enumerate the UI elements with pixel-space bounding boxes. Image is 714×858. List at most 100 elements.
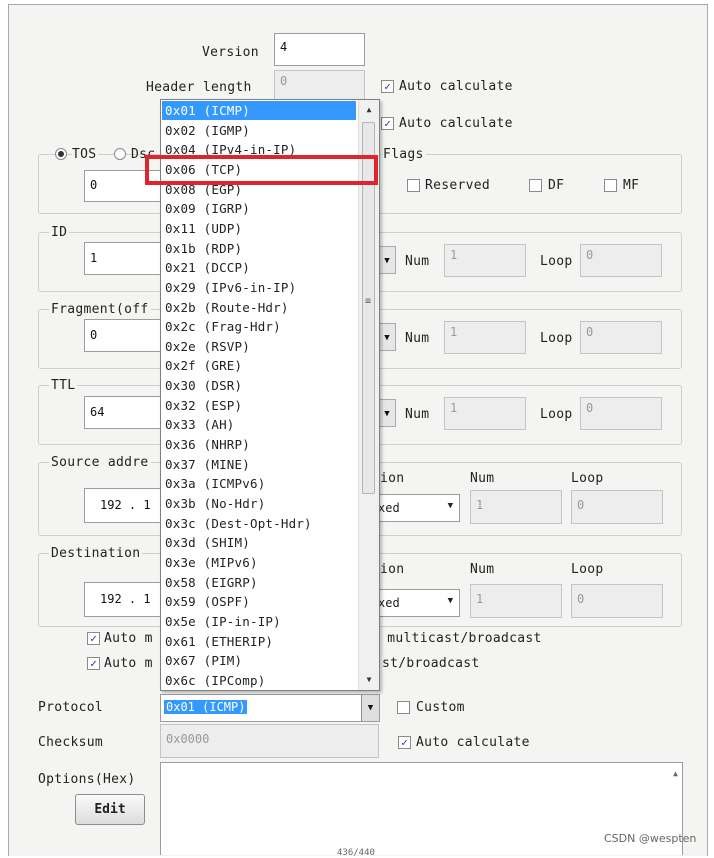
scroll-up-icon[interactable]: ▲ bbox=[359, 102, 379, 118]
source-ip-input[interactable]: 192 . 1 bbox=[84, 488, 164, 523]
reserved-label: Reserved bbox=[425, 178, 491, 193]
protocol-label: Protocol bbox=[38, 700, 104, 715]
watermark: CSDN @wespten bbox=[604, 832, 697, 845]
total-length-auto-checkbox[interactable]: ✓ bbox=[381, 117, 394, 130]
chevron-down-icon[interactable]: ▼ bbox=[361, 695, 379, 721]
fragment-num-input[interactable]: 1 bbox=[444, 321, 526, 354]
protocol-option[interactable]: 0x3b (No-Hdr) bbox=[162, 494, 356, 513]
auto-multicast-dest-checkbox[interactable]: ✓ bbox=[87, 657, 100, 670]
protocol-option[interactable]: 0x21 (DCCP) bbox=[162, 258, 356, 277]
edit-button[interactable]: Edit bbox=[75, 794, 145, 825]
ttl-num-input[interactable]: 1 bbox=[444, 397, 526, 430]
scroll-up-icon[interactable]: ▲ bbox=[673, 769, 678, 778]
ttl-loop-input[interactable]: 0 bbox=[580, 397, 662, 430]
df-checkbox[interactable] bbox=[529, 179, 542, 192]
reserved-checkbox[interactable] bbox=[407, 179, 420, 192]
destination-mode-value: xed bbox=[378, 596, 400, 610]
dscp-radio[interactable] bbox=[114, 148, 126, 160]
source-loop-input[interactable]: 0 bbox=[571, 490, 663, 524]
id-title: ID bbox=[49, 225, 70, 240]
protocol-option[interactable]: 0x36 (NHRP) bbox=[162, 435, 356, 454]
protocol-option[interactable]: 0x59 (OSPF) bbox=[162, 592, 356, 611]
ttl-step-dropdown[interactable]: ▼ bbox=[378, 399, 396, 427]
protocol-option[interactable]: 0x2b (Route-Hdr) bbox=[162, 298, 356, 317]
protocol-combo[interactable]: 0x01 (ICMP) ▼ bbox=[160, 694, 380, 722]
source-mode-col-label: ion bbox=[380, 471, 405, 486]
protocol-option[interactable]: 0x3d (SHIM) bbox=[162, 533, 356, 552]
destination-ip-input[interactable]: 192 . 1 bbox=[84, 582, 164, 617]
header-length-input[interactable]: 0 bbox=[274, 70, 365, 100]
id-loop-input[interactable]: 0 bbox=[580, 244, 662, 277]
options-label: Options(Hex) bbox=[38, 772, 136, 787]
header-length-auto-label: Auto calculate bbox=[399, 79, 513, 94]
source-num-input[interactable]: 1 bbox=[470, 490, 562, 524]
destination-loop-col-label: Loop bbox=[571, 562, 604, 577]
scroll-down-icon[interactable]: ▼ bbox=[359, 672, 379, 688]
ttl-input[interactable]: 64 bbox=[84, 396, 164, 429]
version-input[interactable]: 4 bbox=[274, 33, 365, 66]
destination-loop-input[interactable]: 0 bbox=[571, 584, 663, 618]
protocol-custom-label: Custom bbox=[416, 700, 465, 715]
protocol-option[interactable]: 0x37 (MINE) bbox=[162, 455, 356, 474]
fragment-input[interactable]: 0 bbox=[84, 319, 164, 352]
fragment-step-dropdown[interactable]: ▼ bbox=[378, 323, 396, 351]
ttl-title: TTL bbox=[49, 378, 78, 393]
protocol-option[interactable]: 0x5e (IP-in-IP) bbox=[162, 612, 356, 631]
destination-title: Destination bbox=[49, 546, 143, 561]
flags-title: Flags bbox=[381, 147, 426, 162]
df-label: DF bbox=[548, 178, 565, 193]
protocol-custom-checkbox[interactable] bbox=[397, 701, 410, 714]
id-num-input[interactable]: 1 bbox=[444, 244, 526, 277]
protocol-option[interactable]: 0x58 (EIGRP) bbox=[162, 573, 356, 592]
destination-mode-col-label: ion bbox=[380, 562, 405, 577]
fragment-loop-label: Loop bbox=[540, 331, 573, 346]
fragment-loop-input[interactable]: 0 bbox=[580, 321, 662, 354]
checksum-label: Checksum bbox=[38, 735, 104, 750]
protocol-option[interactable]: 0x32 (ESP) bbox=[162, 396, 356, 415]
protocol-option[interactable]: 0x09 (IGRP) bbox=[162, 199, 356, 218]
protocol-dropdown-list[interactable]: 0x01 (ICMP) 0x02 (IGMP) 0x04 (IPv4-in-IP) 0… bbox=[160, 99, 380, 691]
destination-num-input[interactable]: 1 bbox=[470, 584, 562, 618]
source-mode-combo[interactable]: xed ▼ bbox=[378, 494, 460, 522]
protocol-option[interactable]: 0x33 (AH) bbox=[162, 415, 356, 434]
protocol-option[interactable]: 0x02 (IGMP) bbox=[162, 121, 356, 140]
protocol-option[interactable]: 0x67 (PIM) bbox=[162, 651, 356, 670]
id-loop-label: Loop bbox=[540, 254, 573, 269]
destination-num-col-label: Num bbox=[470, 562, 495, 577]
dropdown-scrollbar[interactable]: ▲ ≡ ▼ bbox=[358, 100, 379, 690]
protocol-option[interactable]: 0x3a (ICMPv6) bbox=[162, 474, 356, 493]
protocol-option[interactable]: 0x61 (ETHERIP) bbox=[162, 632, 356, 651]
total-length-auto-label: Auto calculate bbox=[399, 116, 513, 131]
protocol-option[interactable]: 0x3c (Dest-Opt-Hdr) bbox=[162, 514, 356, 533]
mf-label: MF bbox=[623, 178, 640, 193]
tcp-highlight-box bbox=[145, 155, 378, 185]
tos-radio[interactable] bbox=[55, 148, 67, 160]
grip-icon: ≡ bbox=[365, 296, 372, 307]
protocol-option[interactable]: 0x2c (Frag-Hdr) bbox=[162, 317, 356, 336]
id-input[interactable]: 1 bbox=[84, 242, 164, 275]
protocol-option[interactable]: 0x2e (RSVP) bbox=[162, 337, 356, 356]
ttl-loop-label: Loop bbox=[540, 407, 573, 422]
destination-mode-combo[interactable]: xed ▼ bbox=[378, 589, 460, 617]
source-mode-value: xed bbox=[378, 501, 400, 515]
checksum-input[interactable]: 0x0000 bbox=[160, 724, 379, 758]
header-length-label: Header length bbox=[146, 80, 252, 95]
protocol-option[interactable]: 0x11 (UDP) bbox=[162, 219, 356, 238]
mf-checkbox[interactable] bbox=[604, 179, 617, 192]
protocol-option[interactable]: 0x3e (MIPv6) bbox=[162, 553, 356, 572]
auto-multicast-dest-label-tail: st/broadcast bbox=[382, 656, 480, 671]
auto-multicast-source-checkbox[interactable]: ✓ bbox=[87, 632, 100, 645]
protocol-option[interactable]: 0x01 (ICMP) bbox=[162, 101, 356, 120]
source-loop-col-label: Loop bbox=[571, 471, 604, 486]
protocol-option[interactable]: 0x30 (DSR) bbox=[162, 376, 356, 395]
protocol-option[interactable]: 0x6c (IPComp) bbox=[162, 671, 356, 690]
protocol-option[interactable]: 0x1b (RDP) bbox=[162, 239, 356, 258]
protocol-option[interactable]: 0x2f (GRE) bbox=[162, 356, 356, 375]
source-address-title: Source addre bbox=[49, 455, 151, 470]
checksum-auto-checkbox[interactable]: ✓ bbox=[398, 736, 411, 749]
header-length-auto-checkbox[interactable]: ✓ bbox=[381, 80, 394, 93]
version-label: Version bbox=[202, 45, 259, 60]
checksum-auto-label: Auto calculate bbox=[416, 735, 530, 750]
id-step-dropdown[interactable]: ▼ bbox=[378, 246, 396, 274]
protocol-option[interactable]: 0x29 (IPv6-in-IP) bbox=[162, 278, 356, 297]
